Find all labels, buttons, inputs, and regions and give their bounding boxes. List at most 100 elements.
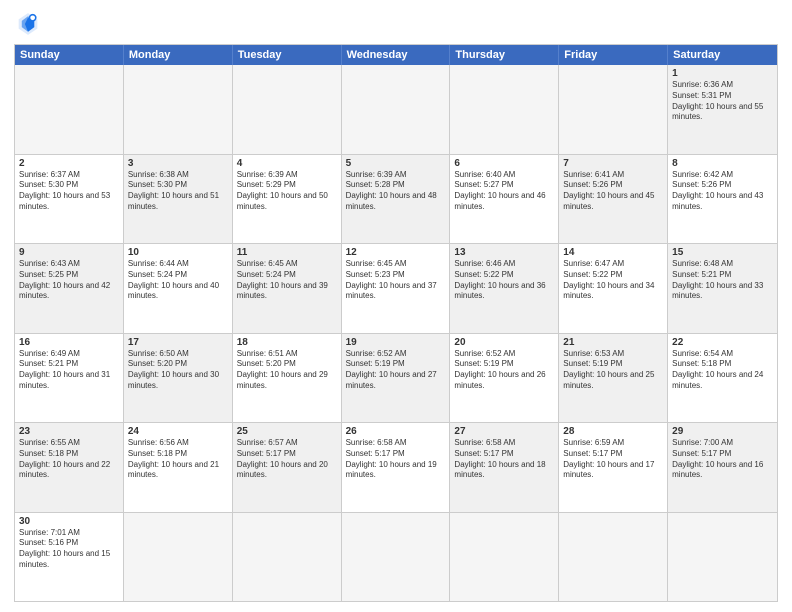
day-number: 28 (563, 426, 663, 437)
calendar-cell-23: 23Sunrise: 6:55 AM Sunset: 5:18 PM Dayli… (15, 423, 124, 512)
calendar-cell-empty (15, 65, 124, 154)
day-number: 24 (128, 426, 228, 437)
cell-sun-info: Sunrise: 6:45 AM Sunset: 5:24 PM Dayligh… (237, 259, 337, 302)
day-number: 26 (346, 426, 446, 437)
calendar-cell-29: 29Sunrise: 7:00 AM Sunset: 5:17 PM Dayli… (668, 423, 777, 512)
calendar-cell-empty (342, 65, 451, 154)
calendar-cell-3: 3Sunrise: 6:38 AM Sunset: 5:30 PM Daylig… (124, 155, 233, 244)
calendar-cell-15: 15Sunrise: 6:48 AM Sunset: 5:21 PM Dayli… (668, 244, 777, 333)
cell-sun-info: Sunrise: 6:43 AM Sunset: 5:25 PM Dayligh… (19, 259, 119, 302)
cell-sun-info: Sunrise: 6:50 AM Sunset: 5:20 PM Dayligh… (128, 349, 228, 392)
calendar-cell-30: 30Sunrise: 7:01 AM Sunset: 5:16 PM Dayli… (15, 513, 124, 602)
calendar-cell-2: 2Sunrise: 6:37 AM Sunset: 5:30 PM Daylig… (15, 155, 124, 244)
cell-sun-info: Sunrise: 6:48 AM Sunset: 5:21 PM Dayligh… (672, 259, 773, 302)
day-number: 27 (454, 426, 554, 437)
calendar-row-2: 9Sunrise: 6:43 AM Sunset: 5:25 PM Daylig… (15, 243, 777, 333)
weekday-header-sunday: Sunday (15, 45, 124, 65)
cell-sun-info: Sunrise: 6:36 AM Sunset: 5:31 PM Dayligh… (672, 80, 773, 123)
calendar-cell-empty (559, 513, 668, 602)
day-number: 3 (128, 158, 228, 169)
day-number: 15 (672, 247, 773, 258)
cell-sun-info: Sunrise: 6:47 AM Sunset: 5:22 PM Dayligh… (563, 259, 663, 302)
day-number: 16 (19, 337, 119, 348)
weekday-header-friday: Friday (559, 45, 668, 65)
cell-sun-info: Sunrise: 6:44 AM Sunset: 5:24 PM Dayligh… (128, 259, 228, 302)
weekday-header-wednesday: Wednesday (342, 45, 451, 65)
weekday-header-tuesday: Tuesday (233, 45, 342, 65)
day-number: 21 (563, 337, 663, 348)
calendar-cell-13: 13Sunrise: 6:46 AM Sunset: 5:22 PM Dayli… (450, 244, 559, 333)
cell-sun-info: Sunrise: 6:58 AM Sunset: 5:17 PM Dayligh… (346, 438, 446, 481)
calendar-body: 1Sunrise: 6:36 AM Sunset: 5:31 PM Daylig… (15, 65, 777, 601)
cell-sun-info: Sunrise: 6:41 AM Sunset: 5:26 PM Dayligh… (563, 170, 663, 213)
calendar-cell-12: 12Sunrise: 6:45 AM Sunset: 5:23 PM Dayli… (342, 244, 451, 333)
calendar-cell-25: 25Sunrise: 6:57 AM Sunset: 5:17 PM Dayli… (233, 423, 342, 512)
day-number: 30 (19, 516, 119, 527)
calendar-cell-17: 17Sunrise: 6:50 AM Sunset: 5:20 PM Dayli… (124, 334, 233, 423)
calendar-cell-24: 24Sunrise: 6:56 AM Sunset: 5:18 PM Dayli… (124, 423, 233, 512)
calendar-row-5: 30Sunrise: 7:01 AM Sunset: 5:16 PM Dayli… (15, 512, 777, 602)
calendar-cell-26: 26Sunrise: 6:58 AM Sunset: 5:17 PM Dayli… (342, 423, 451, 512)
calendar-cell-7: 7Sunrise: 6:41 AM Sunset: 5:26 PM Daylig… (559, 155, 668, 244)
calendar-row-4: 23Sunrise: 6:55 AM Sunset: 5:18 PM Dayli… (15, 422, 777, 512)
calendar-cell-empty (124, 513, 233, 602)
cell-sun-info: Sunrise: 6:39 AM Sunset: 5:29 PM Dayligh… (237, 170, 337, 213)
calendar-cell-empty (450, 513, 559, 602)
calendar-cell-8: 8Sunrise: 6:42 AM Sunset: 5:26 PM Daylig… (668, 155, 777, 244)
day-number: 2 (19, 158, 119, 169)
calendar-cell-empty (559, 65, 668, 154)
calendar-cell-empty (668, 513, 777, 602)
calendar: SundayMondayTuesdayWednesdayThursdayFrid… (14, 44, 778, 602)
calendar-cell-empty (233, 513, 342, 602)
logo (14, 10, 46, 38)
calendar-row-3: 16Sunrise: 6:49 AM Sunset: 5:21 PM Dayli… (15, 333, 777, 423)
day-number: 23 (19, 426, 119, 437)
calendar-cell-empty (233, 65, 342, 154)
day-number: 5 (346, 158, 446, 169)
weekday-header-saturday: Saturday (668, 45, 777, 65)
calendar-cell-20: 20Sunrise: 6:52 AM Sunset: 5:19 PM Dayli… (450, 334, 559, 423)
calendar-cell-19: 19Sunrise: 6:52 AM Sunset: 5:19 PM Dayli… (342, 334, 451, 423)
calendar-cell-22: 22Sunrise: 6:54 AM Sunset: 5:18 PM Dayli… (668, 334, 777, 423)
cell-sun-info: Sunrise: 6:56 AM Sunset: 5:18 PM Dayligh… (128, 438, 228, 481)
day-number: 17 (128, 337, 228, 348)
cell-sun-info: Sunrise: 6:40 AM Sunset: 5:27 PM Dayligh… (454, 170, 554, 213)
cell-sun-info: Sunrise: 6:49 AM Sunset: 5:21 PM Dayligh… (19, 349, 119, 392)
cell-sun-info: Sunrise: 6:51 AM Sunset: 5:20 PM Dayligh… (237, 349, 337, 392)
day-number: 11 (237, 247, 337, 258)
cell-sun-info: Sunrise: 6:37 AM Sunset: 5:30 PM Dayligh… (19, 170, 119, 213)
cell-sun-info: Sunrise: 6:52 AM Sunset: 5:19 PM Dayligh… (346, 349, 446, 392)
generalblue-logo-icon (14, 10, 42, 38)
calendar-cell-6: 6Sunrise: 6:40 AM Sunset: 5:27 PM Daylig… (450, 155, 559, 244)
calendar-row-1: 2Sunrise: 6:37 AM Sunset: 5:30 PM Daylig… (15, 154, 777, 244)
calendar-row-0: 1Sunrise: 6:36 AM Sunset: 5:31 PM Daylig… (15, 65, 777, 154)
day-number: 20 (454, 337, 554, 348)
calendar-header: SundayMondayTuesdayWednesdayThursdayFrid… (15, 45, 777, 65)
day-number: 13 (454, 247, 554, 258)
day-number: 19 (346, 337, 446, 348)
calendar-cell-1: 1Sunrise: 6:36 AM Sunset: 5:31 PM Daylig… (668, 65, 777, 154)
calendar-cell-16: 16Sunrise: 6:49 AM Sunset: 5:21 PM Dayli… (15, 334, 124, 423)
calendar-cell-10: 10Sunrise: 6:44 AM Sunset: 5:24 PM Dayli… (124, 244, 233, 333)
calendar-cell-21: 21Sunrise: 6:53 AM Sunset: 5:19 PM Dayli… (559, 334, 668, 423)
calendar-cell-empty (124, 65, 233, 154)
cell-sun-info: Sunrise: 6:54 AM Sunset: 5:18 PM Dayligh… (672, 349, 773, 392)
cell-sun-info: Sunrise: 6:39 AM Sunset: 5:28 PM Dayligh… (346, 170, 446, 213)
calendar-cell-27: 27Sunrise: 6:58 AM Sunset: 5:17 PM Dayli… (450, 423, 559, 512)
cell-sun-info: Sunrise: 6:42 AM Sunset: 5:26 PM Dayligh… (672, 170, 773, 213)
day-number: 12 (346, 247, 446, 258)
cell-sun-info: Sunrise: 6:57 AM Sunset: 5:17 PM Dayligh… (237, 438, 337, 481)
cell-sun-info: Sunrise: 7:01 AM Sunset: 5:16 PM Dayligh… (19, 528, 119, 571)
cell-sun-info: Sunrise: 6:52 AM Sunset: 5:19 PM Dayligh… (454, 349, 554, 392)
calendar-cell-28: 28Sunrise: 6:59 AM Sunset: 5:17 PM Dayli… (559, 423, 668, 512)
cell-sun-info: Sunrise: 6:58 AM Sunset: 5:17 PM Dayligh… (454, 438, 554, 481)
day-number: 9 (19, 247, 119, 258)
weekday-header-thursday: Thursday (450, 45, 559, 65)
cell-sun-info: Sunrise: 6:45 AM Sunset: 5:23 PM Dayligh… (346, 259, 446, 302)
cell-sun-info: Sunrise: 6:38 AM Sunset: 5:30 PM Dayligh… (128, 170, 228, 213)
day-number: 25 (237, 426, 337, 437)
day-number: 22 (672, 337, 773, 348)
cell-sun-info: Sunrise: 6:59 AM Sunset: 5:17 PM Dayligh… (563, 438, 663, 481)
calendar-cell-14: 14Sunrise: 6:47 AM Sunset: 5:22 PM Dayli… (559, 244, 668, 333)
cell-sun-info: Sunrise: 6:53 AM Sunset: 5:19 PM Dayligh… (563, 349, 663, 392)
